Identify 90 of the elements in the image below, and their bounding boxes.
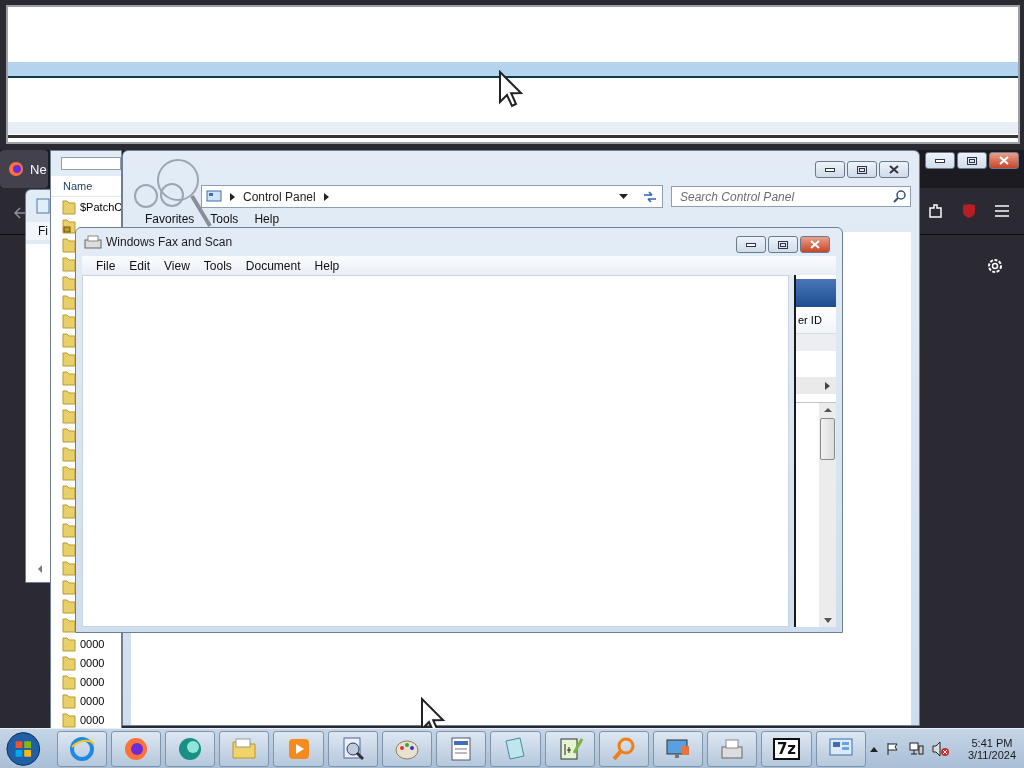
taskbar-button[interactable] [653, 730, 704, 767]
menu-item[interactable]: File [96, 258, 116, 273]
taskbar-button[interactable] [56, 730, 107, 767]
breadcrumb-item[interactable]: Control Panel [243, 189, 316, 204]
menu-item[interactable]: Tools [203, 258, 232, 273]
minimize-icon [746, 242, 756, 247]
menu-item[interactable]: Tools [210, 212, 239, 226]
scroll-thumb[interactable] [820, 418, 835, 460]
minimize-button[interactable] [815, 161, 845, 178]
menu-item[interactable]: Document [245, 258, 301, 273]
menu-item[interactable]: View [164, 258, 190, 273]
folder-icon [62, 673, 76, 690]
firefox-icon [8, 161, 24, 177]
close-icon [999, 156, 1009, 165]
clock-time[interactable]: 5:41 PM [971, 736, 1013, 749]
folder-icon [62, 635, 76, 652]
search-icon [893, 190, 906, 203]
maximize-button[interactable] [847, 161, 877, 178]
close-button[interactable] [800, 236, 830, 253]
minimize-button[interactable] [925, 152, 955, 169]
scroll-up-icon[interactable] [823, 407, 832, 412]
window-title: Windows Fax and Scan [106, 235, 233, 249]
cursor-icon [498, 70, 524, 108]
taskbar-button[interactable]: 7z [761, 730, 812, 767]
scroll-left-icon[interactable] [36, 564, 44, 574]
taskbar-button[interactable] [327, 730, 378, 767]
horizontal-scrollbar[interactable] [796, 377, 836, 394]
maximize-icon [857, 165, 867, 174]
folder-icon [62, 198, 76, 215]
file-name: $PatchC [80, 200, 121, 213]
column-header[interactable]: Name [51, 176, 121, 197]
header-bar [796, 279, 836, 307]
chevron-icon [323, 192, 329, 201]
notepad-icon [36, 198, 50, 214]
browser-tab[interactable]: Ne [0, 150, 48, 188]
muted-speaker-icon[interactable] [931, 740, 950, 757]
control-panel-icon [206, 189, 222, 204]
refresh-icon[interactable] [642, 189, 658, 204]
back-arrow-icon[interactable] [14, 207, 28, 219]
menu-icon[interactable] [994, 204, 1010, 218]
maximize-icon [967, 156, 977, 165]
minimize-icon [935, 158, 945, 163]
locked-folder-icon [62, 217, 76, 234]
dropdown-icon[interactable] [619, 194, 628, 199]
clock-date[interactable]: 3/11/2024 [967, 748, 1016, 761]
chevron-icon [230, 192, 235, 201]
taskbar-button[interactable] [381, 730, 433, 767]
file-name: 0000 [80, 675, 105, 688]
scroll-down-icon[interactable] [823, 618, 832, 623]
puzzle-icon[interactable] [928, 203, 944, 219]
vertical-scrollbar[interactable] [819, 403, 836, 627]
show-hidden-icon[interactable] [869, 745, 878, 752]
folder-icon [62, 711, 76, 728]
settings-icon[interactable] [986, 257, 1004, 275]
maximize-icon [778, 240, 788, 249]
start-button[interactable] [4, 729, 43, 768]
menu-item[interactable]: Edit [129, 258, 151, 273]
menu-item[interactable]: Help [314, 258, 340, 273]
folder-icon [62, 692, 76, 709]
search-field[interactable]: Search Control Panel [671, 186, 911, 207]
close-icon [810, 240, 820, 249]
network-icon[interactable] [907, 740, 924, 757]
taskbar-button[interactable] [110, 730, 161, 767]
sevenzip-logo: 7z [772, 737, 801, 760]
taskbar-button[interactable] [219, 730, 270, 767]
maximize-button[interactable] [957, 152, 987, 169]
close-button[interactable] [989, 152, 1019, 169]
close-button[interactable] [879, 161, 909, 178]
minimize-icon [825, 167, 835, 172]
taskbar-button[interactable] [436, 730, 487, 767]
table-row [796, 334, 836, 351]
menu-item[interactable]: Help [254, 212, 280, 226]
flag-icon[interactable] [885, 741, 900, 756]
minimize-button[interactable] [736, 236, 766, 253]
scroll-right-icon[interactable] [825, 381, 830, 390]
file-name: 0000 [80, 694, 105, 707]
close-icon [889, 165, 899, 174]
maximize-button[interactable] [768, 236, 798, 253]
menu-item[interactable]: Favorites [145, 212, 195, 226]
file-name: 0000 [80, 637, 105, 650]
taskbar-button[interactable] [707, 730, 758, 767]
menu-item[interactable]: Fi [38, 224, 48, 238]
file-name: 0000 [80, 713, 105, 726]
fax-icon [84, 235, 102, 249]
taskbar-button[interactable] [165, 730, 216, 767]
search-field[interactable] [61, 157, 121, 170]
address-bar[interactable]: Control Panel [201, 185, 663, 208]
folder-icon [62, 654, 76, 671]
file-name: 0000 [80, 656, 105, 669]
taskbar-button[interactable] [544, 730, 595, 767]
